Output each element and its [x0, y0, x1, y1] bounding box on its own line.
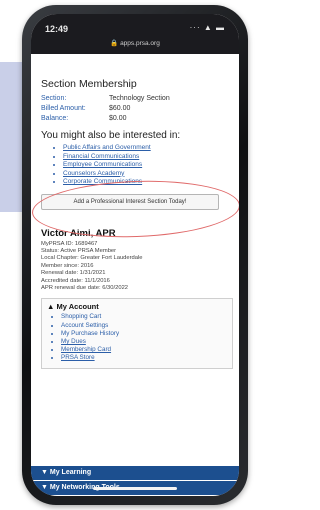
interest-link[interactable]: Public Affairs and Government [63, 144, 233, 153]
interest-link[interactable]: Employee Communications [63, 161, 233, 170]
row-label: Balance: [41, 115, 69, 122]
account-link[interactable]: PRSA Store [61, 354, 227, 362]
account-link[interactable]: Account Settings [61, 322, 227, 330]
account-link[interactable]: Shopping Cart [61, 313, 227, 321]
interest-link[interactable]: Counselors Academy [63, 170, 233, 179]
interest-heading: You might also be interested in: [41, 130, 181, 141]
membership-row: Section: Technology Section [41, 94, 233, 104]
row-label: Billed Amount: [41, 105, 86, 112]
account-link[interactable]: My Dues [61, 338, 227, 346]
profile-detail: Renewal date: 1/31/2021 [41, 270, 106, 277]
profile-detail: Local Chapter: Greater Fort Lauderdale [41, 255, 143, 262]
clock: 12:49 [45, 24, 69, 34]
row-label: Section: [41, 95, 67, 102]
profile-block: Victor Aimi, APR MyPRSA ID: 1689467 Stat… [41, 228, 233, 293]
account-link[interactable]: My Purchase History [61, 330, 227, 338]
my-account-list: Shopping Cart Account Settings My Purcha… [47, 313, 227, 362]
row-value: Technology Section [109, 95, 170, 102]
home-indicator[interactable] [93, 487, 177, 490]
address-bar[interactable]: 🔒 apps.prsa.org [31, 39, 239, 47]
phone-screen: 12:49 ··· ▲ ▬ 🔒 apps.prsa.org Section Me… [31, 14, 239, 496]
interest-link[interactable]: Financial Communications [63, 153, 233, 162]
membership-row: Billed Amount: $60.00 [41, 104, 233, 114]
profile-detail: Member since: 2016 [41, 262, 94, 269]
phone-frame: 12:49 ··· ▲ ▬ 🔒 apps.prsa.org Section Me… [22, 5, 248, 505]
profile-detail: Status: Active PRSA Member [41, 247, 117, 254]
row-value: $60.00 [109, 105, 131, 112]
row-value: $0.00 [109, 115, 127, 122]
account-link[interactable]: Membership Card [61, 346, 227, 354]
system-icons: ··· ▲ ▬ [189, 23, 225, 32]
my-account-panel: ▲ My Account Shopping Cart Account Setti… [41, 298, 233, 369]
profile-detail: Accredited date: 11/1/2016 [41, 277, 110, 284]
my-account-toggle[interactable]: ▲ My Account [47, 302, 227, 311]
profile-detail: MyPRSA ID: 1689467 [41, 240, 98, 247]
section-membership-title: Section Membership [41, 78, 137, 90]
profile-detail: APR renewal due date: 6/30/2022 [41, 284, 129, 291]
membership-row: Balance: $0.00 [41, 114, 233, 124]
status-bar: 12:49 ··· ▲ ▬ 🔒 apps.prsa.org [31, 14, 239, 54]
my-learning-toggle[interactable]: ▼ My Learning [31, 466, 239, 480]
